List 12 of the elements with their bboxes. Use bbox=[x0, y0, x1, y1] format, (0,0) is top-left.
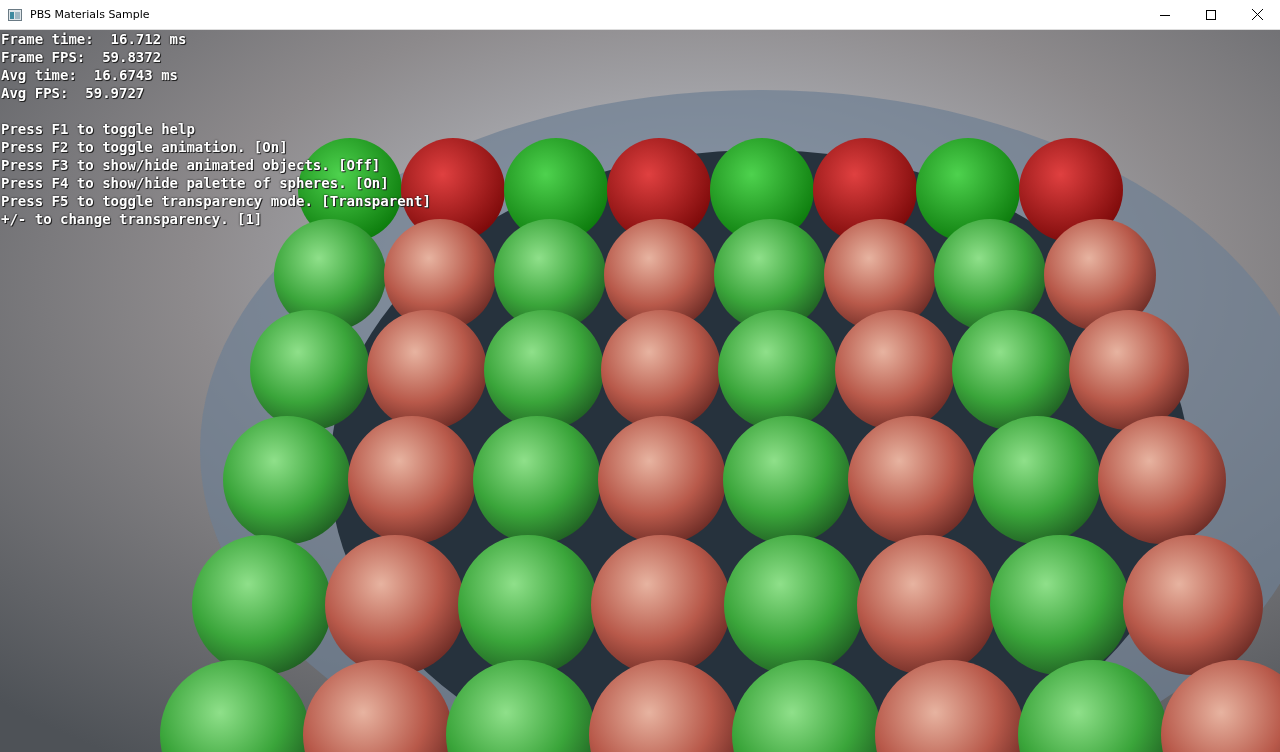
overlay-text: Frame FPS: 59.8372 bbox=[1, 48, 163, 66]
window-title: PBS Materials Sample bbox=[30, 8, 150, 21]
overlay-text: Avg time: 16.6743 ms bbox=[1, 66, 179, 84]
overlay-text: Press F4 to show/hide palette of spheres. [On] bbox=[1, 174, 390, 192]
overlay-text: +/- to change transparency. [1] bbox=[1, 210, 264, 228]
overlay-text: Frame time: 16.712 ms bbox=[1, 30, 188, 48]
maximize-icon bbox=[1206, 9, 1216, 20]
app-icon bbox=[8, 8, 22, 21]
overlay-text: Press F2 to toggle animation. [On] bbox=[1, 138, 289, 156]
overlay-text: Avg FPS: 59.9727 bbox=[1, 84, 146, 102]
close-icon bbox=[1251, 9, 1263, 20]
overlay-text: Press F1 to toggle help bbox=[1, 120, 196, 138]
